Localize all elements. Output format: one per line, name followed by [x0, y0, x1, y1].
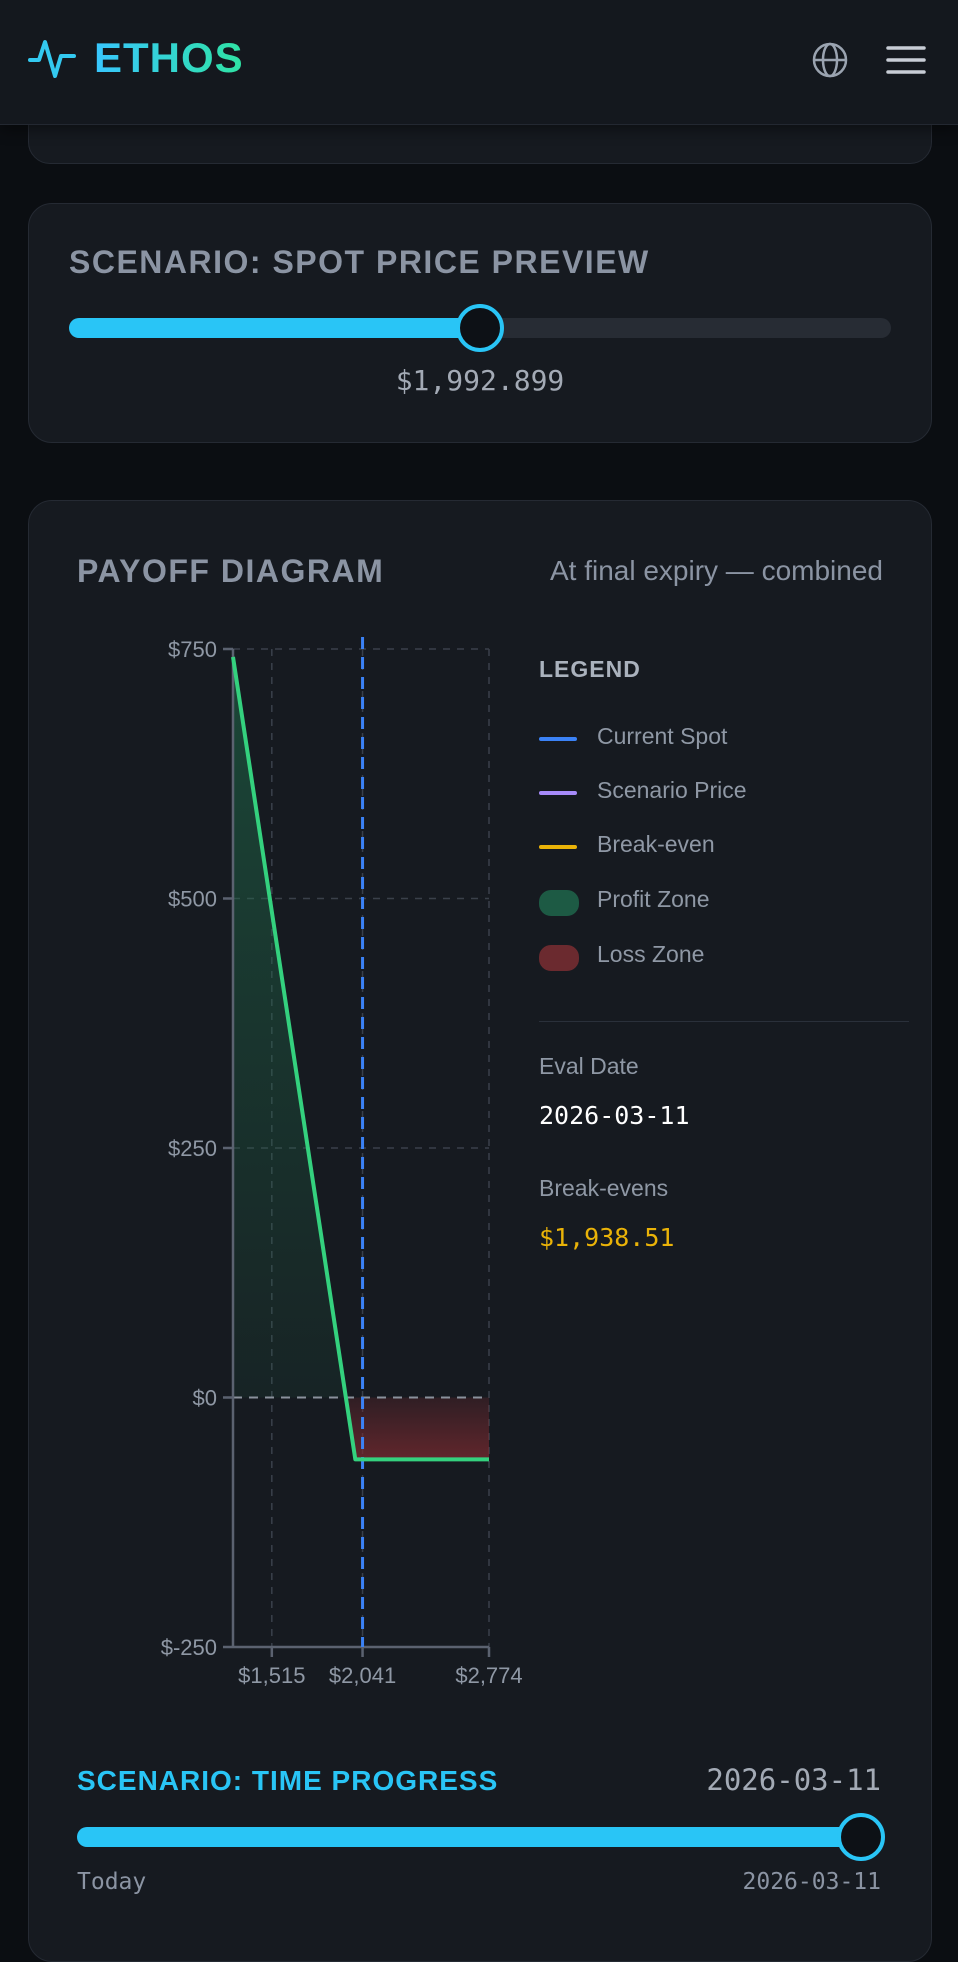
legend-label: Break-even [597, 831, 715, 857]
y-tick-label: $0 [193, 1386, 217, 1411]
time-progress-date: 2026-03-11 [706, 1763, 881, 1797]
time-progress-slider-fill [77, 1827, 861, 1847]
legend-label: Loss Zone [597, 941, 705, 967]
legend-label: Scenario Price [597, 777, 747, 803]
breakevens-value: $1,938.51 [539, 1223, 675, 1252]
loss-zone [344, 1397, 489, 1460]
y-tick-label: $750 [168, 637, 217, 662]
spot-price-value: $1,992.899 [395, 364, 565, 397]
spot-price-slider-thumb[interactable] [456, 304, 504, 352]
pulse-icon [28, 40, 76, 78]
spot-price-slider[interactable] [69, 304, 891, 352]
eval-date-label: Eval Date [539, 1053, 639, 1079]
legend-label: Current Spot [597, 723, 728, 749]
x-tick-label: $2,041 [329, 1663, 396, 1688]
legend-swatch [539, 890, 579, 916]
legend-label: Profit Zone [597, 886, 710, 912]
y-tick-label: $500 [168, 887, 217, 912]
brand-name[interactable]: ETHOS [94, 30, 244, 86]
legend-swatch [539, 737, 577, 741]
time-progress-slider-thumb[interactable] [837, 1813, 885, 1861]
y-tick-label: $-250 [161, 1635, 217, 1660]
top-bar: ETHOS [0, 0, 958, 125]
legend-divider [539, 1021, 909, 1022]
time-progress-title: SCENARIO: TIME PROGRESS [77, 1765, 499, 1796]
legend-swatch [539, 945, 579, 971]
payoff-chart: $750 $500 $250 $0 $-250 $1,515 $2,041 $2,774 [161, 637, 523, 1688]
spot-price-slider-fill [69, 318, 480, 338]
breakevens-label: Break-evens [539, 1175, 669, 1201]
hamburger-menu-icon[interactable] [884, 40, 928, 80]
time-progress-end-label: 2026-03-11 [742, 1869, 881, 1895]
time-progress-start-label: Today [77, 1869, 147, 1895]
time-progress-slider[interactable] [77, 1813, 885, 1861]
eval-date-value: 2026-03-11 [539, 1101, 690, 1130]
x-tick-label: $1,515 [238, 1663, 305, 1688]
legend-title: LEGEND [539, 656, 641, 682]
spot-price-card: SCENARIO: SPOT PRICE PREVIEW $1,992.899 [28, 203, 932, 443]
payoff-card: PAYOFF DIAGRAM At final expiry — combine… [28, 500, 932, 1962]
globe-icon[interactable] [810, 40, 850, 80]
spot-price-title: SCENARIO: SPOT PRICE PREVIEW [69, 244, 650, 280]
x-tick-label: $2,774 [455, 1663, 522, 1688]
y-tick-label: $250 [168, 1136, 217, 1161]
legend-swatch [539, 845, 577, 849]
legend-swatch [539, 791, 577, 795]
